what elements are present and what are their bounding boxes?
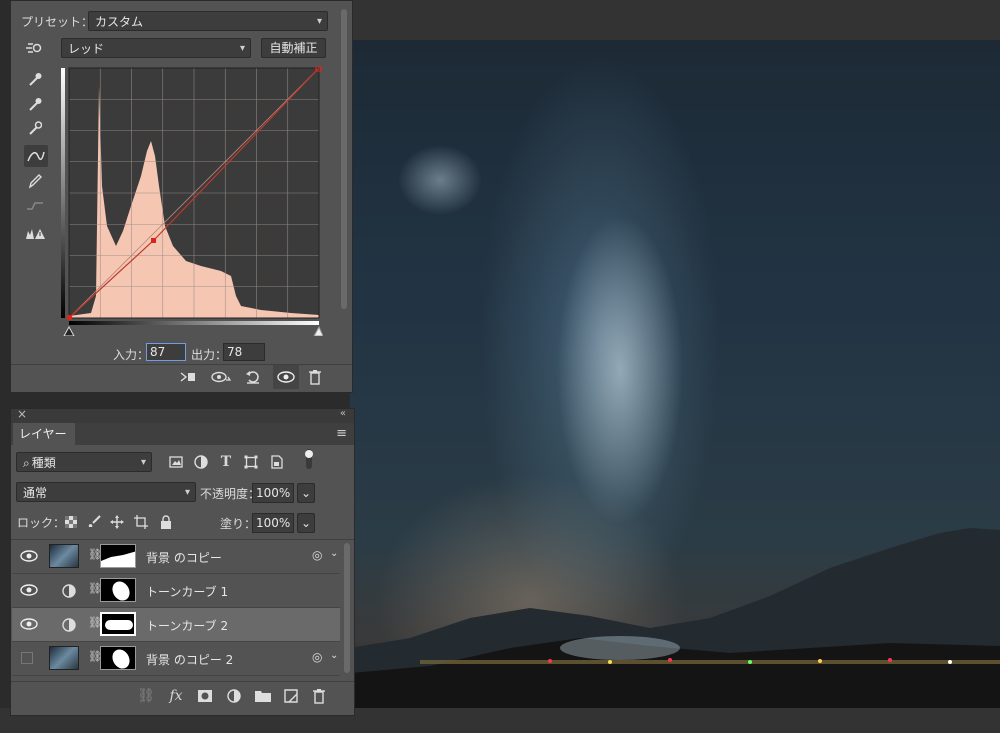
preset-dropdown[interactable]: カスタム ▾ — [88, 11, 328, 31]
layer-name[interactable]: 背景 のコピー — [146, 549, 222, 566]
channel-value: レッド — [68, 42, 105, 56]
new-layer-icon[interactable] — [281, 686, 301, 706]
opacity-label: 不透明度： — [200, 487, 261, 501]
layer-name[interactable]: 背景 のコピー 2 — [146, 651, 233, 668]
blend-mode-value: 通常 — [23, 486, 48, 500]
chevron-down-icon: ▾ — [239, 43, 245, 54]
visibility-eye-icon[interactable] — [20, 617, 38, 631]
smart-filter-icon[interactable]: ◎ — [312, 650, 322, 664]
visibility-eye-icon[interactable] — [273, 365, 299, 389]
pencil-icon[interactable] — [25, 171, 45, 191]
link-layers-icon[interactable]: ⛓ — [136, 686, 156, 706]
filter-type-icon[interactable]: T — [216, 452, 236, 472]
layers-panel: × « レイヤー ≡ ⌕ 種類 ▾ T 通常 ▾ 不透明度： 100% ⌄ ロック… — [10, 407, 355, 716]
delete-trash-icon[interactable] — [305, 367, 325, 387]
filter-pixel-icon[interactable] — [166, 452, 186, 472]
fx-icon[interactable]: fx — [166, 686, 186, 706]
visibility-eye-icon[interactable] — [20, 549, 38, 563]
chevron-down-icon: ▾ — [140, 457, 146, 468]
lock-all-icon[interactable] — [156, 512, 176, 532]
fill-label: 塗り： — [220, 517, 257, 531]
search-icon: ⌕ — [23, 456, 30, 470]
expand-chevron-icon[interactable]: ⌄ — [330, 650, 338, 661]
filter-adjustment-icon[interactable] — [191, 452, 211, 472]
layer-mask-thumbnail[interactable] — [100, 544, 136, 568]
black-point-eyedropper-icon[interactable] — [25, 69, 45, 89]
preset-value: カスタム — [95, 15, 144, 29]
layer-name[interactable]: トーンカーブ 1 — [146, 583, 228, 600]
gray-point-eyedropper-icon[interactable] — [25, 94, 45, 114]
tab-layers[interactable]: レイヤー — [13, 423, 75, 445]
fill-field[interactable]: 100% — [252, 513, 294, 533]
add-mask-icon[interactable] — [195, 686, 215, 706]
output-label: 出力： — [191, 348, 228, 362]
layer-row-background-copy-2[interactable]: ⛓ 背景 のコピー 2 ◎ ⌄ — [12, 642, 340, 676]
chevron-down-icon: ▾ — [316, 16, 322, 27]
layers-scrollbar[interactable] — [344, 543, 350, 673]
lock-artboard-icon[interactable] — [131, 512, 151, 532]
opacity-field[interactable]: 100% — [252, 483, 294, 503]
layer-name[interactable]: トーンカーブ 2 — [146, 617, 228, 634]
adjustment-layer-icon — [59, 581, 79, 601]
expand-chevron-icon[interactable]: ⌄ — [330, 548, 338, 559]
on-image-adjust-icon[interactable] — [23, 38, 43, 58]
filter-shape-icon[interactable] — [241, 452, 261, 472]
properties-scrollbar[interactable] — [341, 9, 347, 309]
view-previous-state-icon[interactable] — [211, 367, 231, 387]
lock-position-move-icon[interactable] — [107, 512, 127, 532]
close-icon[interactable]: × — [17, 407, 27, 421]
visibility-eye-icon[interactable] — [20, 583, 38, 597]
white-point-eyedropper-icon[interactable] — [25, 118, 45, 138]
layer-row-background-copy[interactable]: ⛓ 背景 のコピー ◎ ⌄ — [12, 540, 340, 574]
new-group-folder-icon[interactable] — [253, 686, 273, 706]
filter-smart-object-icon[interactable] — [267, 452, 287, 472]
mountain-silhouette — [350, 528, 1000, 708]
reset-icon[interactable] — [243, 367, 263, 387]
layers-panel-titlebar: × « — [11, 407, 354, 423]
layer-thumbnail — [49, 646, 79, 670]
curves-graph[interactable] — [61, 66, 323, 336]
output-value-field[interactable]: 78 — [223, 343, 265, 361]
layer-mask-thumbnail[interactable] — [100, 646, 136, 670]
layer-row-curves-1[interactable]: ⛓ トーンカーブ 1 — [12, 574, 340, 608]
blend-mode-dropdown[interactable]: 通常 ▾ — [16, 482, 196, 502]
smooth-curve-icon[interactable] — [25, 196, 45, 216]
lock-image-pixels-brush-icon[interactable] — [84, 512, 104, 532]
smart-filter-icon[interactable]: ◎ — [312, 548, 322, 562]
chevron-down-icon: ▾ — [184, 487, 190, 498]
properties-panel: プリセット： カスタム ▾ レッド ▾ 自動補正 入力： 87 出力： 78 — [10, 0, 353, 393]
collapse-icon[interactable]: « — [340, 408, 346, 419]
new-adjustment-layer-icon[interactable] — [224, 686, 244, 706]
clip-to-layer-icon[interactable] — [178, 367, 198, 387]
opacity-slider-chevron-icon[interactable]: ⌄ — [297, 483, 315, 503]
channel-dropdown[interactable]: レッド ▾ — [61, 38, 251, 58]
lock-label: ロック： — [17, 516, 66, 530]
input-value-field[interactable]: 87 — [146, 343, 186, 361]
fill-slider-chevron-icon[interactable]: ⌄ — [297, 513, 315, 533]
adjustment-layer-icon — [59, 615, 79, 635]
delete-layer-trash-icon[interactable] — [309, 686, 329, 706]
clipping-warning-icon[interactable] — [25, 223, 45, 243]
layer-mask-thumbnail[interactable] — [100, 612, 136, 636]
panel-menu-icon[interactable]: ≡ — [336, 426, 347, 441]
auto-button[interactable]: 自動補正 — [261, 38, 326, 58]
layer-thumbnail — [49, 544, 79, 568]
filter-value: 種類 — [31, 456, 56, 470]
curve-edit-icon[interactable] — [24, 145, 48, 167]
input-label: 入力： — [113, 348, 150, 362]
visibility-toggle-off[interactable] — [21, 652, 33, 664]
document-canvas-photo[interactable] — [350, 40, 1000, 708]
layer-filter-dropdown[interactable]: ⌕ 種類 ▾ — [16, 452, 152, 472]
layer-mask-thumbnail[interactable] — [100, 578, 136, 602]
filter-toggle-icon[interactable] — [299, 449, 319, 469]
preset-label: プリセット： — [21, 15, 94, 29]
lock-transparent-pixels-icon[interactable] — [61, 512, 81, 532]
canvas-gutter — [350, 0, 1000, 40]
layer-row-curves-2[interactable]: ⛓ トーンカーブ 2 — [12, 608, 340, 642]
